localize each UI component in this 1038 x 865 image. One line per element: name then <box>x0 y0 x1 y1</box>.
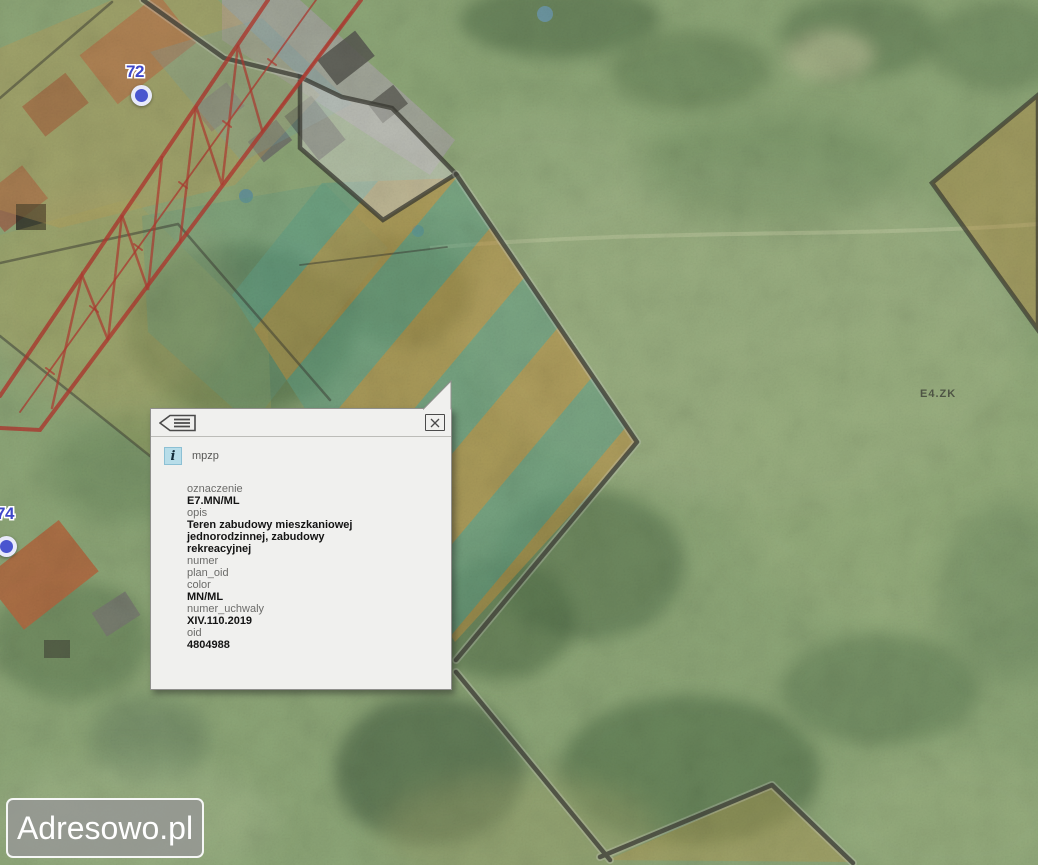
back-to-list-button[interactable] <box>159 414 197 432</box>
back-list-icon <box>159 414 196 431</box>
layer-title: mpzp <box>192 450 219 462</box>
attribute-row: numer <box>187 555 451 567</box>
field-value: E7.MN/ML <box>187 495 240 507</box>
field-label: oid <box>187 627 202 639</box>
marker-label-72[interactable]: 72 <box>126 62 144 82</box>
field-label: opis <box>187 507 208 519</box>
field-label: color <box>187 579 211 591</box>
field-label: oznaczenie <box>187 483 243 495</box>
field-value: 4804988 <box>187 639 230 651</box>
attribute-row: opis Teren zabudowy mieszkaniowej jednor… <box>187 507 451 555</box>
popup-pointer <box>423 380 452 410</box>
marker-label-74[interactable]: 74 <box>0 504 14 524</box>
field-value: MN/ML <box>187 591 224 603</box>
popup-header <box>151 409 451 437</box>
attribute-row: plan_oid <box>187 567 451 579</box>
attribute-row: color MN/ML <box>187 579 451 603</box>
adresowo-watermark: Adresowo.pl <box>6 798 204 858</box>
watermark-text: Adresowo.pl <box>16 809 194 846</box>
attribute-row: numer_uchwaly XIV.110.2019 <box>187 603 451 627</box>
close-button[interactable] <box>425 414 445 431</box>
attribute-row: oid 4804988 <box>187 627 451 651</box>
popup-body: i mpzp oznaczenie E7.MN/ML opis Teren za… <box>151 447 451 651</box>
field-value: XIV.110.2019 <box>187 615 253 627</box>
field-label: numer <box>187 555 219 567</box>
attribute-row: oznaczenie E7.MN/ML <box>187 483 451 507</box>
close-icon <box>430 418 440 427</box>
field-label: plan_oid <box>187 567 229 579</box>
zone-label-e4zk: E4.ZK <box>920 388 956 400</box>
layer-row: i mpzp <box>164 447 451 465</box>
marker-dot-72[interactable] <box>131 85 152 106</box>
info-icon: i <box>164 447 182 465</box>
feature-info-popup: i mpzp oznaczenie E7.MN/ML opis Teren za… <box>150 408 452 690</box>
attribute-list: oznaczenie E7.MN/ML opis Teren zabudowy … <box>187 483 451 651</box>
map-viewer: E4.ZK 72 74 i mpzp oznaczenie E7.MN/ML o… <box>0 0 1038 865</box>
field-value: Teren zabudowy mieszkaniowej jednorodzin… <box>187 519 353 555</box>
field-label: numer_uchwaly <box>187 603 265 615</box>
